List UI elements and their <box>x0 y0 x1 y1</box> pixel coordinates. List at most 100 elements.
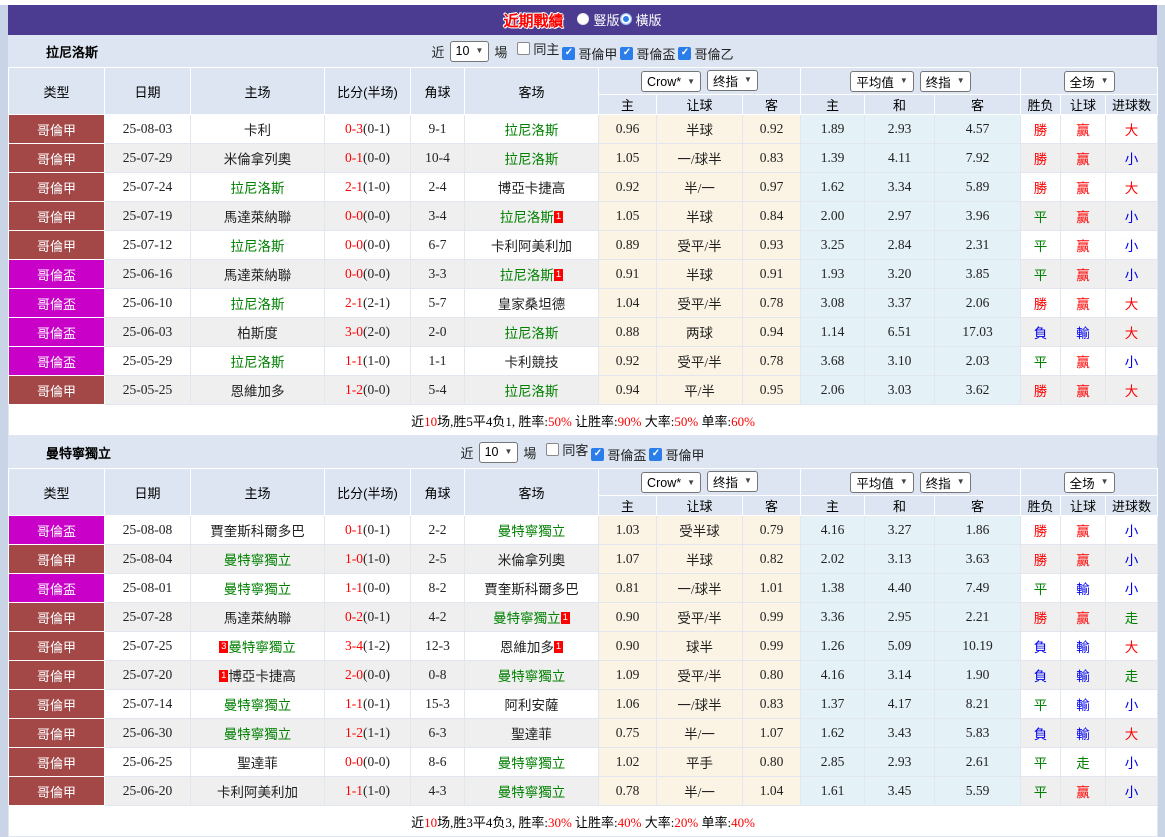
title-bar: 近期戰績 豎版 橫版 <box>8 5 1157 35</box>
home-team-name: 恩維加多 <box>230 384 285 399</box>
home-cell: 賈奎斯科爾多巴 <box>190 515 325 545</box>
avg-home-cell: 1.26 <box>800 631 866 661</box>
date-cell: 25-06-16 <box>104 259 191 289</box>
odds-away-cell: 0.84 <box>741 201 802 231</box>
col-header-handicap: 让球 <box>1060 94 1107 115</box>
col-header-odds-line: 让球 <box>656 495 743 516</box>
view-option-2[interactable]: 橫版 <box>619 10 662 29</box>
scope-select[interactable]: 全场 ▼ <box>1063 471 1115 493</box>
avg-source-select[interactable]: 平均值 ▼ <box>850 471 914 493</box>
view-mode-radios: 豎版 橫版 <box>577 10 662 31</box>
date-cell: 25-06-03 <box>104 317 191 347</box>
away-team-name: 米倫拿列奧 <box>497 553 566 568</box>
fulltime-score: 0-0 <box>345 237 363 252</box>
home-team-name: 賈奎斯科爾多巴 <box>210 524 305 539</box>
odds-final-select[interactable]: 终指 ▼ <box>707 69 758 91</box>
view-option-1[interactable]: 豎版 <box>577 10 620 29</box>
avg-draw-cell: 3.45 <box>864 776 936 806</box>
checkbox-icon[interactable] <box>562 46 576 60</box>
odds-final-select[interactable]: 终指 ▼ <box>707 470 758 492</box>
summary-text: 20% <box>674 814 699 830</box>
col-header-away: 客场 <box>464 67 599 115</box>
date-cell: 25-06-30 <box>104 718 191 748</box>
odds-home-cell: 1.03 <box>598 515 657 545</box>
corner-cell: 8-2 <box>410 573 465 603</box>
avg-away-cell: 17.03 <box>934 317 1022 347</box>
same-venue-label: 同客 <box>562 443 589 459</box>
avg-final-select[interactable]: 终指 ▼ <box>919 70 971 92</box>
checkbox-icon[interactable] <box>620 46 634 60</box>
home-cell: 卡利阿美利加 <box>190 776 325 806</box>
select-value: 平均值 <box>856 476 894 491</box>
home-team-name: 卡利 <box>244 123 271 138</box>
same-venue-filter[interactable]: 同客 <box>546 440 588 459</box>
odds-source-select[interactable]: Crow* ▼ <box>641 472 702 494</box>
handicap-result-cell: 輸 <box>1060 317 1107 347</box>
fulltime-score: 3-0 <box>345 324 363 339</box>
avg-final-select[interactable]: 终指 ▼ <box>919 471 971 493</box>
odds-line-cell: 受平/半 <box>656 288 743 318</box>
handicap-result-cell: 赢 <box>1060 201 1107 231</box>
away-cell: 曼特寧獨立 <box>464 747 599 777</box>
league-filter[interactable]: 哥倫盃 <box>591 445 646 464</box>
match-count-select[interactable]: 10 ▼ <box>478 441 519 463</box>
avg-source-select[interactable]: 平均值 ▼ <box>850 70 914 92</box>
avg-draw-cell: 4.11 <box>864 143 936 173</box>
result-cell: 勝 <box>1020 602 1062 632</box>
avg-away-cell: 10.19 <box>934 631 1022 661</box>
result-cell: 平 <box>1020 230 1062 260</box>
avg-home-cell: 1.62 <box>800 172 866 202</box>
same-venue-filter[interactable]: 同主 <box>517 39 559 58</box>
checkbox-icon[interactable] <box>591 447 605 461</box>
league-filter[interactable]: 哥倫甲 <box>649 445 704 464</box>
goals-result-cell: 小 <box>1105 201 1159 231</box>
away-cell: 曼特寧獨立 <box>464 776 599 806</box>
col-header-score: 比分(半场) <box>324 67 411 115</box>
odds-away-cell: 0.97 <box>741 172 802 202</box>
summary-text: 场,胜3平4负3, 胜率: <box>437 814 548 830</box>
checkbox-icon[interactable] <box>678 46 692 60</box>
radio-icon[interactable] <box>619 13 632 26</box>
radio-icon[interactable] <box>577 13 590 26</box>
chevron-down-icon: ▼ <box>1100 76 1109 85</box>
result-cell: 勝 <box>1020 143 1062 173</box>
score-cell: 3-0(2-0) <box>324 317 411 347</box>
handicap-result-cell: 赢 <box>1060 602 1107 632</box>
select-value: 终指 <box>925 75 951 90</box>
corner-cell: 2-2 <box>410 515 465 545</box>
summary-row: 近10场,胜5平4负1, 胜率:50% 让胜率:90% 大率:50% 单率:60… <box>7 404 1159 436</box>
handicap-result-cell: 赢 <box>1060 259 1107 289</box>
checkbox-icon[interactable] <box>517 42 531 56</box>
summary-text: 10 <box>424 413 438 429</box>
league-filter[interactable]: 哥倫乙 <box>678 44 733 63</box>
avg-away-cell: 1.86 <box>934 515 1022 545</box>
away-team-name: 拉尼洛斯 <box>504 326 559 341</box>
odds-group-header: Crow* ▼ 终指 ▼ <box>597 468 802 496</box>
corner-cell: 3-4 <box>410 201 465 231</box>
odds-line-cell: 受平/半 <box>656 660 743 690</box>
league-cell: 哥倫甲 <box>8 602 105 632</box>
odds-line-cell: 平/半 <box>656 375 743 405</box>
result-cell: 負 <box>1020 317 1062 347</box>
odds-away-cell: 0.80 <box>741 747 802 777</box>
league-filter[interactable]: 哥倫甲 <box>562 44 617 63</box>
avg-home-cell: 4.16 <box>800 515 866 545</box>
odds-source-select[interactable]: Crow* ▼ <box>641 71 702 93</box>
date-cell: 25-07-29 <box>104 143 191 173</box>
checkbox-icon[interactable] <box>546 443 560 457</box>
match-count-select[interactable]: 10 ▼ <box>449 40 490 62</box>
score-cell: 1-1(1-0) <box>324 346 411 376</box>
rank-badge: 1 <box>560 612 570 624</box>
league-filter[interactable]: 哥倫盃 <box>620 44 675 63</box>
result-cell: 勝 <box>1020 288 1062 318</box>
avg-away-cell: 2.31 <box>934 230 1022 260</box>
avg-draw-cell: 3.20 <box>864 259 936 289</box>
fulltime-score: 2-1 <box>345 179 363 194</box>
handicap-result-cell: 輸 <box>1060 631 1107 661</box>
col-header-odds-away: 客 <box>741 495 802 516</box>
date-cell: 25-05-25 <box>104 375 191 405</box>
col-header-odds-home: 主 <box>598 495 657 516</box>
checkbox-icon[interactable] <box>649 447 663 461</box>
halftime-score: (0-1) <box>363 121 390 136</box>
scope-select[interactable]: 全场 ▼ <box>1063 70 1115 92</box>
